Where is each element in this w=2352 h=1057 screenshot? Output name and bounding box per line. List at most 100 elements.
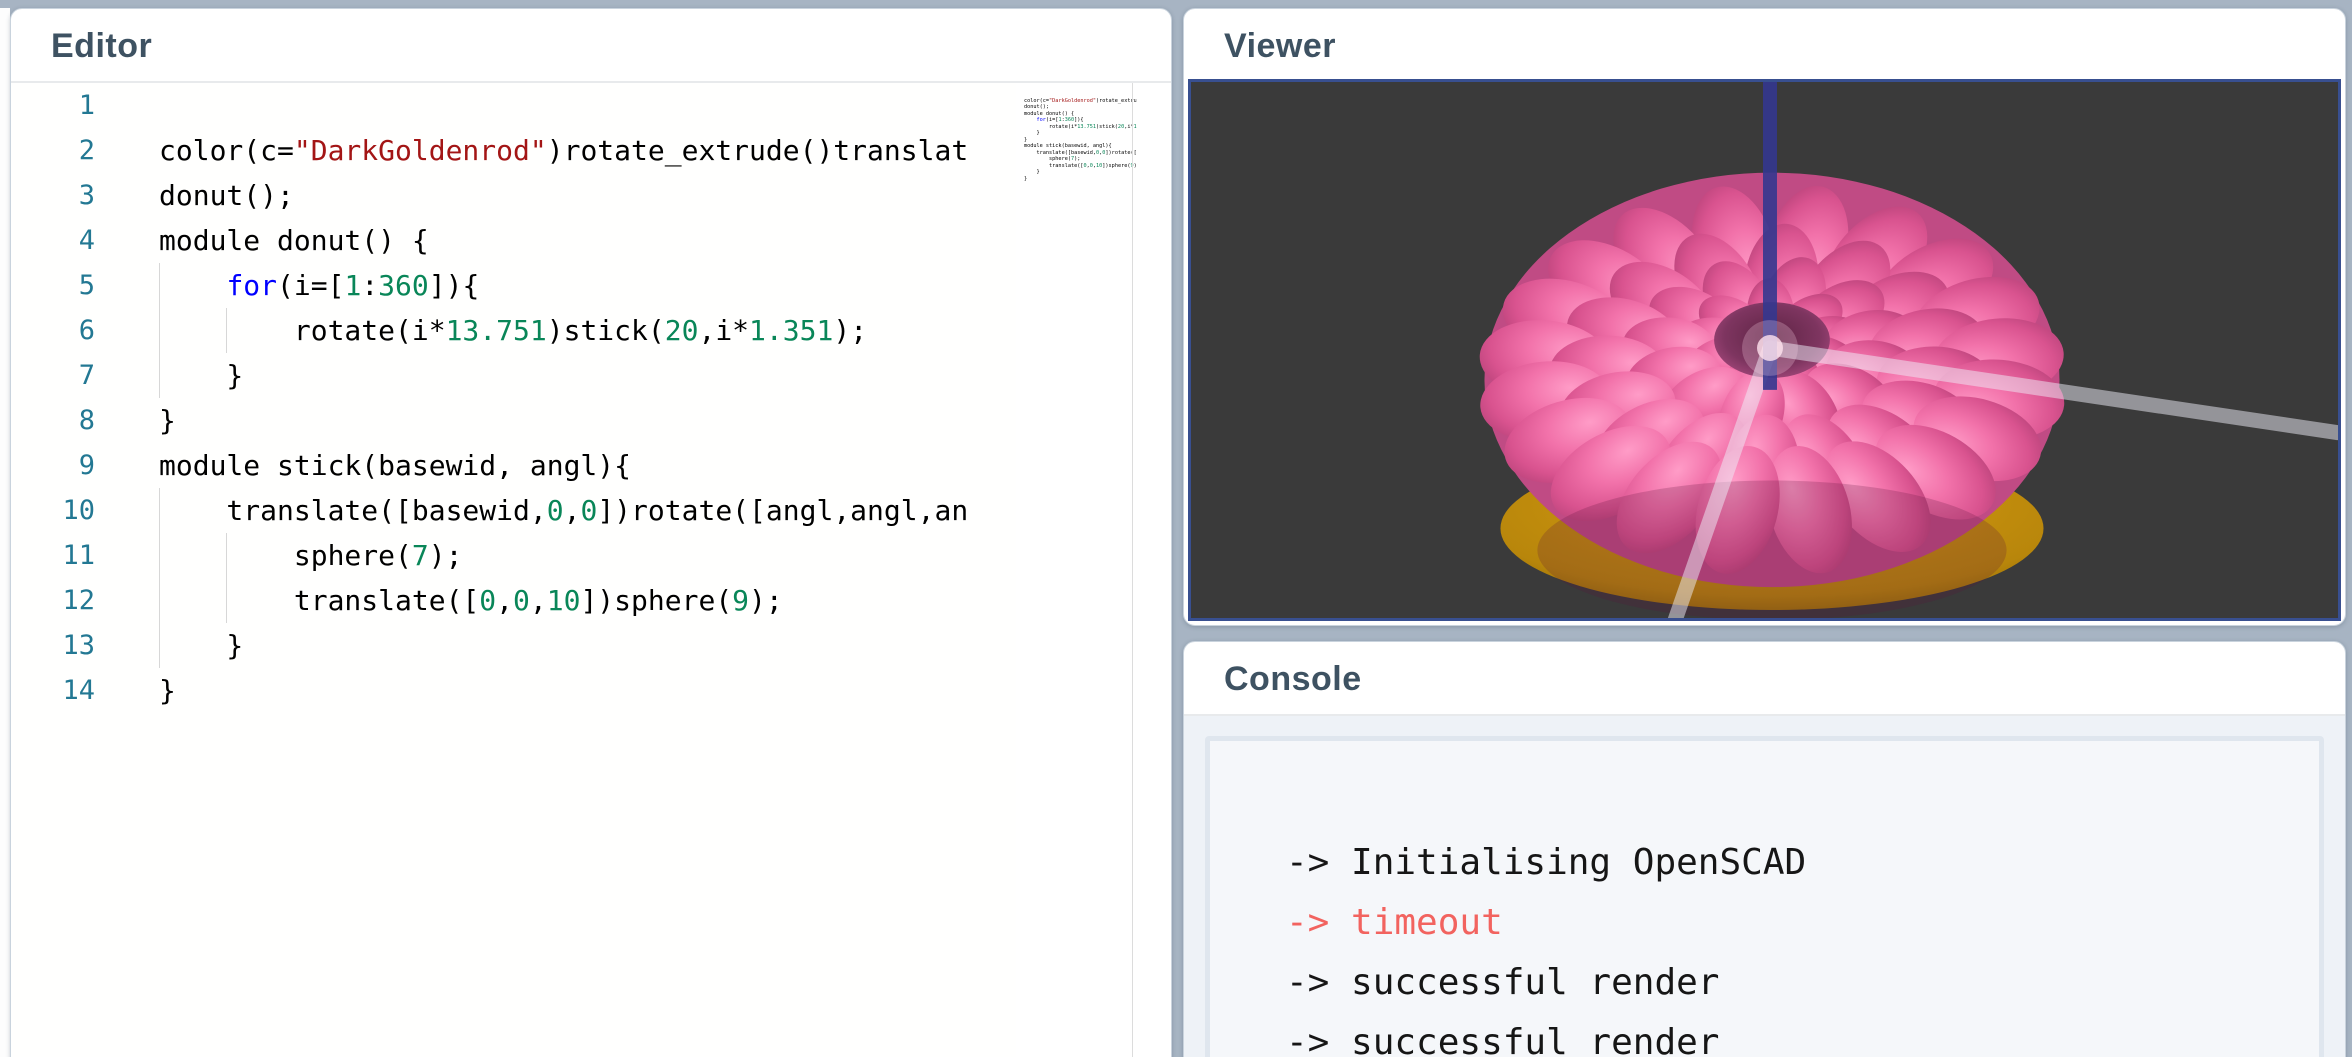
code-line-text: } [95, 668, 1016, 713]
code-line-text: translate([0,0,10])sphere(9); [95, 578, 1016, 623]
code-token: 0 [479, 584, 496, 617]
indent-guide [159, 263, 160, 308]
code-token: } [159, 359, 243, 392]
code-token: 0 [513, 584, 530, 617]
line-number: 11 [11, 533, 95, 578]
code-line[interactable]: 3 donut(); [11, 173, 1016, 218]
console-output[interactable]: -> Initialising OpenSCAD-> timeout-> suc… [1205, 736, 2324, 1057]
code-token: } [159, 404, 176, 437]
editor-title: Editor [11, 9, 1171, 81]
console-line: -> timeout [1286, 893, 2243, 953]
code-line[interactable]: 8} [11, 398, 1016, 443]
code-token [159, 269, 226, 302]
code-line[interactable]: 14} [11, 668, 1016, 713]
code-token: translate([basewid, [159, 494, 547, 527]
code-token: )stick( [547, 314, 665, 347]
code-line[interactable]: 1 [11, 83, 1016, 128]
code-line[interactable]: 11 sphere(7); [11, 533, 1016, 578]
code-token: ); [749, 584, 783, 617]
console-line: -> successful render [1286, 953, 2243, 1013]
code-line[interactable]: 6 rotate(i*13.751)stick(20,i*1.351); [11, 308, 1016, 353]
code-line-text: } [95, 398, 1016, 443]
line-number: 5 [11, 263, 95, 308]
console-title: Console [1184, 642, 2345, 714]
code-line-text: color(c="DarkGoldenrod")rotate_extrude()… [95, 128, 1016, 173]
code-token: 0 [547, 494, 564, 527]
code-line[interactable]: 12 translate([0,0,10])sphere(9); [11, 578, 1016, 623]
openscad-playground: { "colors": { "page_background": "#a7b4c… [0, 0, 2352, 1057]
code-line-text: sphere(7); [95, 533, 1016, 578]
code-editor[interactable]: 12color(c="DarkGoldenrod")rotate_extrude… [11, 83, 1016, 1057]
indent-guide [159, 578, 160, 623]
code-line[interactable]: 13 } [11, 623, 1016, 668]
code-line[interactable]: 2color(c="DarkGoldenrod")rotate_extrude(… [11, 128, 1016, 173]
code-token: "DarkGoldenrod" [294, 134, 547, 167]
code-token: color(c= [159, 134, 294, 167]
line-number: 8 [11, 398, 95, 443]
code-line-text: translate([basewid,0,0])rotate([angl,ang… [95, 488, 1016, 533]
code-token: rotate(i* [159, 314, 446, 347]
code-token: 1 [344, 269, 361, 302]
console-line: -> successful render [1286, 1013, 2243, 1057]
line-number: 12 [11, 578, 95, 623]
code-line[interactable]: 7 } [11, 353, 1016, 398]
indent-guide [226, 533, 227, 578]
indent-guide [159, 488, 160, 533]
code-line-text: module stick(basewid, angl){ [95, 443, 1016, 488]
code-token: module donut() { [159, 224, 429, 257]
code-token: ]){ [429, 269, 480, 302]
code-token: (i=[ [277, 269, 344, 302]
code-token: ); [833, 314, 867, 347]
code-line[interactable]: 5 for(i=[1:360]){ [11, 263, 1016, 308]
code-token: 360 [378, 269, 429, 302]
origin-glow [1742, 320, 1798, 376]
minimap-line: } [1024, 176, 1136, 183]
console-panel: Console -> Initialising OpenSCAD-> timeo… [1183, 641, 2346, 1057]
console-line: -> Initialising OpenSCAD [1286, 833, 2243, 893]
indent-guide [226, 578, 227, 623]
minimap[interactable]: color(c="DarkGoldenrod")rotate_extrude()… [1016, 83, 1171, 1057]
line-number: 4 [11, 218, 95, 263]
code-line[interactable]: 4 module donut() { [11, 218, 1016, 263]
line-number: 3 [11, 173, 95, 218]
indent-guide [226, 308, 227, 353]
code-token: ])rotate([angl,angl,an [597, 494, 968, 527]
indent-guide [159, 353, 160, 398]
indent-guide [159, 533, 160, 578]
code-token: , [530, 584, 547, 617]
code-token: sphere( [159, 539, 412, 572]
page-left-margin [0, 8, 10, 1057]
viewer-canvas[interactable] [1188, 79, 2341, 621]
code-token: translate([ [159, 584, 479, 617]
indent-guide [159, 623, 160, 668]
minimap-line: translate([0,0,10])sphere(9); [1024, 163, 1136, 170]
line-number: 10 [11, 488, 95, 533]
line-number: 9 [11, 443, 95, 488]
code-token: 7 [412, 539, 429, 572]
code-token: 10 [547, 584, 581, 617]
code-line[interactable]: 10 translate([basewid,0,0])rotate([angl,… [11, 488, 1016, 533]
code-token: 20 [665, 314, 699, 347]
code-line-text: donut(); [95, 173, 1016, 218]
minimap-separator [1132, 83, 1133, 1057]
line-number: 2 [11, 128, 95, 173]
code-token: )rotate_extrude()translat [547, 134, 968, 167]
viewer-title: Viewer [1184, 9, 2345, 81]
viewer-panel: Viewer [1183, 8, 2346, 626]
minimap-code: color(c="DarkGoldenrod")rotate_extrude()… [1024, 91, 1136, 299]
code-token: for [226, 269, 277, 302]
code-token: module stick(basewid, angl){ [159, 449, 631, 482]
indent-guide [159, 308, 160, 353]
line-number: 14 [11, 668, 95, 713]
code-token: donut(); [159, 179, 294, 212]
line-number: 1 [11, 83, 95, 128]
3d-render [1191, 82, 2338, 618]
code-token: 1.351 [749, 314, 833, 347]
code-token: ); [429, 539, 463, 572]
line-number: 6 [11, 308, 95, 353]
code-line-text [95, 83, 1016, 128]
code-line[interactable]: 9 module stick(basewid, angl){ [11, 443, 1016, 488]
code-token: , [496, 584, 513, 617]
code-line-text: } [95, 353, 1016, 398]
code-line-text: rotate(i*13.751)stick(20,i*1.351); [95, 308, 1016, 353]
